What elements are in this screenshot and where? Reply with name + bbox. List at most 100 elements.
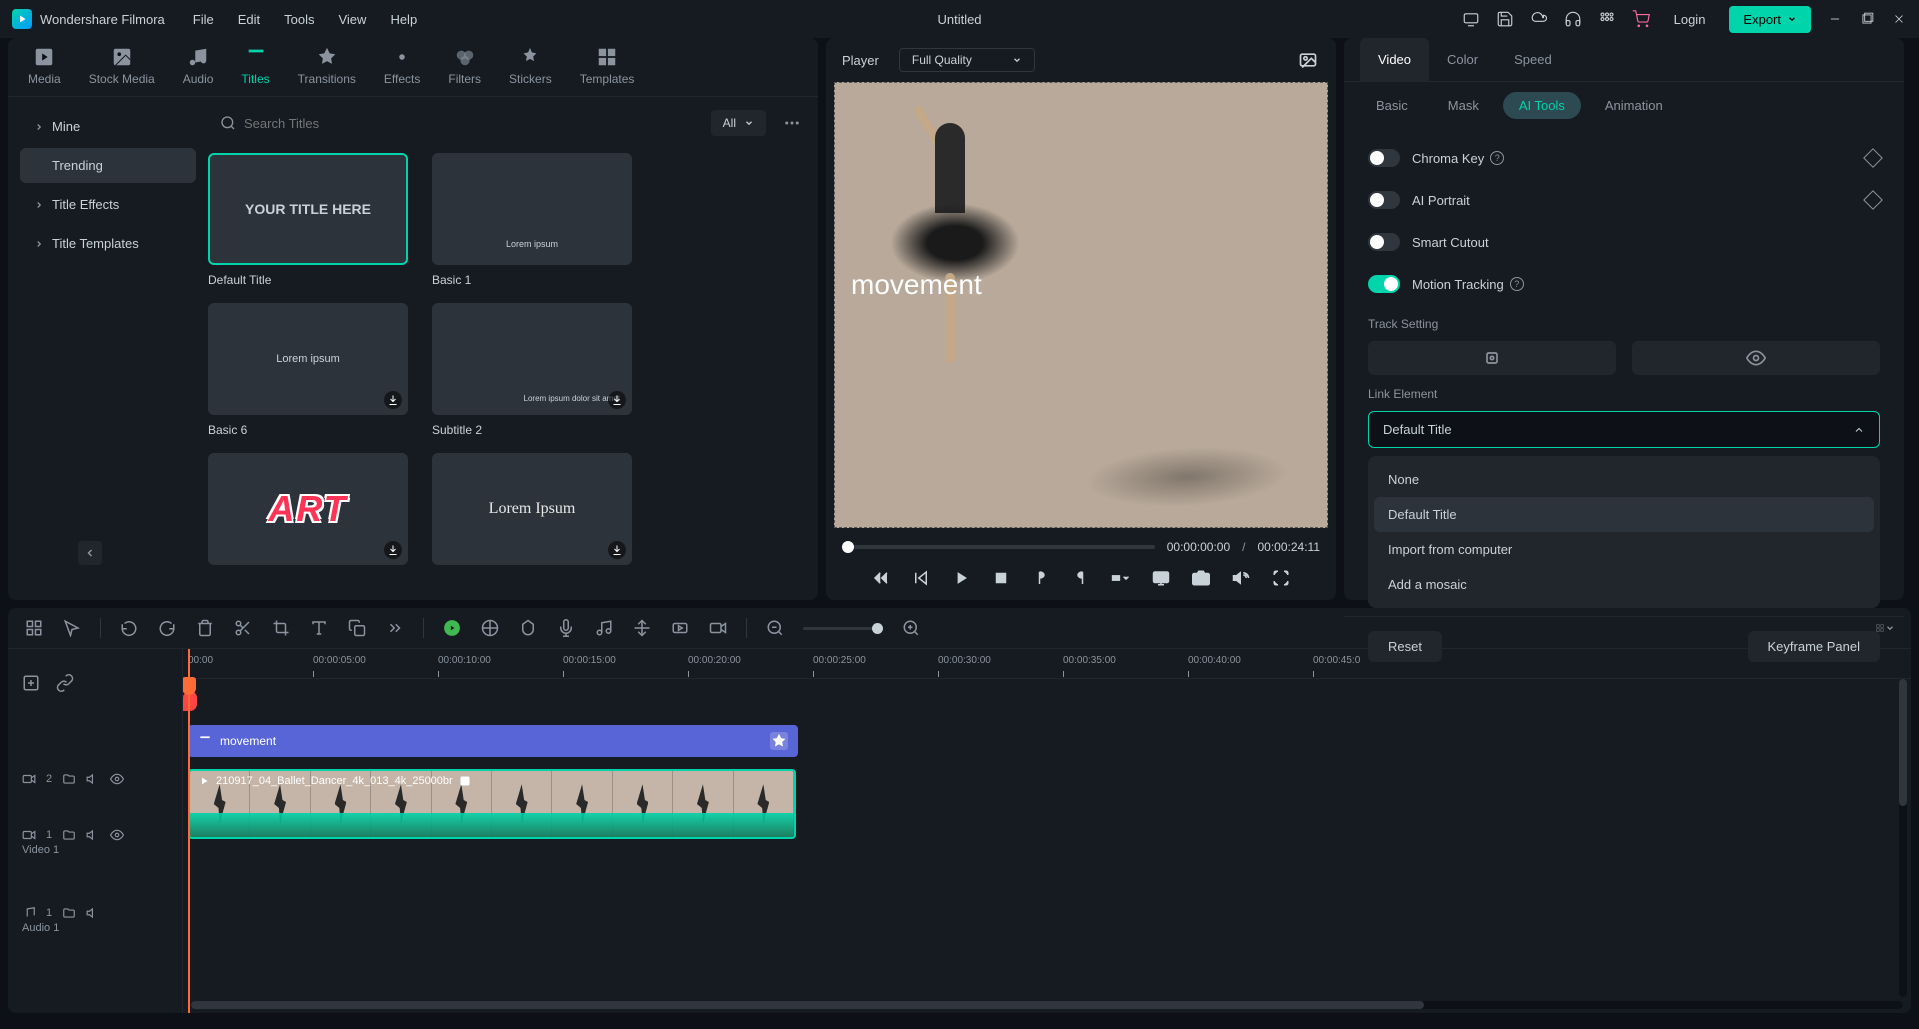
step-back-button[interactable]: [911, 568, 931, 588]
search-box[interactable]: [208, 109, 699, 137]
split-button[interactable]: [233, 618, 253, 638]
zoom-slider[interactable]: [803, 627, 883, 630]
title-tile-default[interactable]: YOUR TITLE HERE Default Title: [208, 153, 408, 287]
motion-tracking-toggle[interactable]: [1368, 275, 1400, 293]
fullscreen-button[interactable]: [1271, 568, 1291, 588]
snapshot-button[interactable]: [1296, 48, 1320, 72]
stop-button[interactable]: [991, 568, 1011, 588]
download-icon[interactable]: [608, 391, 626, 409]
more-options-button[interactable]: [778, 109, 806, 137]
prev-frame-button[interactable]: [871, 568, 891, 588]
menu-tools[interactable]: Tools: [284, 12, 314, 27]
tab-video[interactable]: Video: [1360, 38, 1429, 81]
subtab-basic[interactable]: Basic: [1360, 92, 1424, 119]
audio-track-lane[interactable]: [183, 843, 1911, 921]
title-clip[interactable]: movement: [188, 725, 798, 757]
option-import[interactable]: Import from computer: [1374, 532, 1874, 567]
folder-icon[interactable]: [62, 906, 76, 920]
visibility-icon[interactable]: [110, 828, 124, 842]
tab-effects[interactable]: Effects: [384, 46, 420, 96]
text-button[interactable]: [309, 618, 329, 638]
tab-templates[interactable]: Templates: [580, 46, 635, 96]
color-tool[interactable]: [480, 618, 500, 638]
record-tool[interactable]: [708, 618, 728, 638]
minimize-button[interactable]: [1827, 11, 1843, 27]
track-target-box[interactable]: [1368, 341, 1616, 375]
headphones-icon[interactable]: [1564, 10, 1582, 28]
menu-help[interactable]: Help: [390, 12, 417, 27]
search-input[interactable]: [244, 116, 687, 131]
help-icon[interactable]: ?: [1490, 151, 1504, 165]
option-none[interactable]: None: [1374, 462, 1874, 497]
sidebar-item-title-effects[interactable]: Title Effects: [20, 187, 196, 222]
video-clip[interactable]: 210917_04_Ballet_Dancer_4k_013_4k_25000b…: [188, 769, 796, 839]
export-button[interactable]: Export: [1729, 6, 1811, 33]
preview-viewport[interactable]: movement: [834, 82, 1328, 528]
zoom-in-button[interactable]: [901, 618, 921, 638]
keyframe-icon[interactable]: [1863, 190, 1883, 210]
subtab-ai-tools[interactable]: AI Tools: [1503, 92, 1581, 119]
subtab-animation[interactable]: Animation: [1589, 92, 1679, 119]
keyframe-icon[interactable]: [1863, 148, 1883, 168]
volume-button[interactable]: [1231, 568, 1251, 588]
apps-icon[interactable]: [1598, 10, 1616, 28]
video-track-lane[interactable]: 210917_04_Ballet_Dancer_4k_013_4k_25000b…: [183, 765, 1911, 843]
menu-file[interactable]: File: [193, 12, 214, 27]
voice-tool[interactable]: [556, 618, 576, 638]
tab-stock-media[interactable]: Stock Media: [89, 46, 155, 96]
save-icon[interactable]: [1496, 10, 1514, 28]
snap-tool[interactable]: [632, 618, 652, 638]
title-tile-lorem[interactable]: Lorem Ipsum: [432, 453, 632, 565]
visibility-icon[interactable]: [110, 772, 124, 786]
collapse-sidebar-button[interactable]: [78, 541, 102, 565]
camera-button[interactable]: [1191, 568, 1211, 588]
cloud-icon[interactable]: [1530, 10, 1548, 28]
close-button[interactable]: [1891, 11, 1907, 27]
option-default-title[interactable]: Default Title: [1374, 497, 1874, 532]
filter-dropdown[interactable]: All: [711, 110, 766, 136]
marker-lane[interactable]: [183, 679, 1911, 717]
tab-media[interactable]: Media: [28, 46, 61, 96]
timeline-tracks[interactable]: 00:00 00:00:05:00 00:00:10:00 00:00:15:0…: [183, 649, 1911, 1013]
hscroll-thumb[interactable]: [191, 1001, 1424, 1009]
mute-icon[interactable]: [86, 772, 100, 786]
render-button[interactable]: [442, 618, 462, 638]
title-tile-subtitle2[interactable]: Lorem ipsum dolor sit amet Subtitle 2: [432, 303, 632, 437]
grid-tool[interactable]: [24, 618, 44, 638]
maximize-button[interactable]: [1859, 11, 1875, 27]
title-tile-art[interactable]: ART: [208, 453, 408, 565]
sidebar-item-title-templates[interactable]: Title Templates: [20, 226, 196, 261]
help-icon[interactable]: ?: [1510, 277, 1524, 291]
link-element-dropdown[interactable]: Default Title: [1368, 411, 1880, 448]
title-tile-basic6[interactable]: Lorem ipsum Basic 6: [208, 303, 408, 437]
delete-button[interactable]: [195, 618, 215, 638]
menu-edit[interactable]: Edit: [238, 12, 260, 27]
marker-tool[interactable]: [518, 618, 538, 638]
tab-color[interactable]: Color: [1429, 38, 1496, 81]
mute-icon[interactable]: [86, 828, 100, 842]
folder-icon[interactable]: [62, 828, 76, 842]
select-tool[interactable]: [62, 618, 82, 638]
cart-icon[interactable]: [1632, 10, 1650, 28]
tab-stickers[interactable]: Stickers: [509, 46, 552, 96]
download-icon[interactable]: [608, 541, 626, 559]
sidebar-item-trending[interactable]: Trending: [20, 148, 196, 183]
timeline-hscroll[interactable]: [191, 1001, 1903, 1009]
login-button[interactable]: Login: [1666, 8, 1714, 31]
tab-transitions[interactable]: Transitions: [298, 46, 356, 96]
device-icon[interactable]: [1462, 10, 1480, 28]
aspect-button[interactable]: [1111, 568, 1131, 588]
clip-fx-icon[interactable]: [459, 775, 471, 787]
tab-filters[interactable]: Filters: [448, 46, 481, 96]
zoom-out-button[interactable]: [765, 618, 785, 638]
timeline-vscroll[interactable]: [1899, 679, 1907, 997]
ai-portrait-toggle[interactable]: [1368, 191, 1400, 209]
chroma-key-toggle[interactable]: [1368, 149, 1400, 167]
folder-icon[interactable]: [62, 772, 76, 786]
option-mosaic[interactable]: Add a mosaic: [1374, 567, 1874, 602]
add-track-icon[interactable]: [22, 674, 40, 692]
vscroll-thumb[interactable]: [1899, 679, 1907, 806]
tab-audio[interactable]: Audio: [183, 46, 214, 96]
tab-titles[interactable]: Titles: [241, 46, 269, 96]
sidebar-item-mine[interactable]: Mine: [20, 109, 196, 144]
